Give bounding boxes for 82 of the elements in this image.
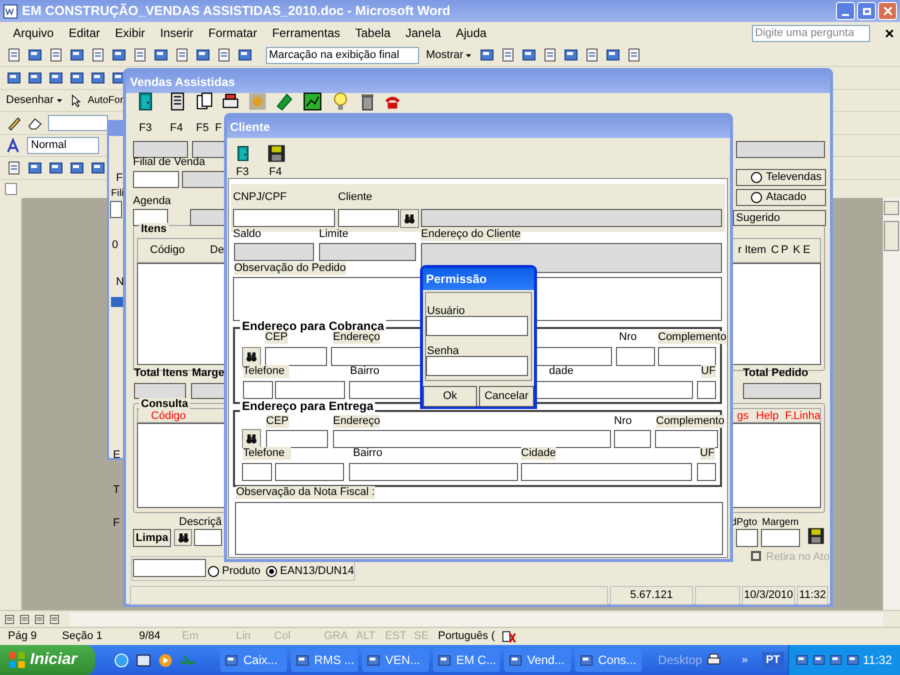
field-label: Cidade xyxy=(521,447,556,460)
field-label: Endereço xyxy=(333,331,380,344)
status-text: GRA xyxy=(323,629,348,644)
status-text: Lin xyxy=(235,629,252,644)
column-header: K xyxy=(793,244,800,257)
group-title: Endereço para Cobrança xyxy=(240,320,386,333)
column-header: E xyxy=(803,244,810,257)
label: 0 xyxy=(112,238,118,253)
key-label: F3 xyxy=(139,121,152,136)
key-label: F4 xyxy=(170,121,183,136)
column-header: gs xyxy=(737,410,749,423)
field-label: Telefone xyxy=(243,447,291,460)
window-title: Cliente xyxy=(230,119,270,136)
label: N xyxy=(116,275,124,290)
key-label: F4 xyxy=(269,165,282,180)
status-text: Seção 1 xyxy=(61,629,104,644)
field-label: Observação da Nota Fiscal : xyxy=(236,486,375,499)
status-text: 5.67.121 xyxy=(610,586,693,605)
clock: 11:32 xyxy=(862,652,892,669)
label: Fili xyxy=(111,187,124,201)
field-label: Descriçã xyxy=(179,516,222,529)
label: T xyxy=(113,483,120,498)
status-text: Col xyxy=(273,629,292,644)
field-label: Marge xyxy=(192,367,224,380)
status-text: 9/84 xyxy=(138,629,162,644)
field-label: Bairro xyxy=(350,365,380,378)
key-label: F5 xyxy=(196,121,209,136)
field-label: CEP xyxy=(266,415,289,428)
field-label: UF xyxy=(700,447,715,460)
field-label: Telefone xyxy=(243,365,289,378)
radio-label: Produto xyxy=(222,565,261,577)
field-label: Agenda xyxy=(133,195,171,208)
field-label: Margem xyxy=(762,516,799,529)
key-label: F3 xyxy=(236,165,249,180)
column-header: Help xyxy=(756,410,779,423)
field-label: Endereço do Cliente xyxy=(421,228,521,241)
group-title: Endereço para Entrega xyxy=(240,400,376,413)
dialog-title: Permissão xyxy=(426,271,487,288)
field-label: dade xyxy=(549,365,574,378)
field-label: Total Pedido xyxy=(743,367,808,380)
field-label: Filial de Venda xyxy=(133,156,206,169)
status-text: 11:32 xyxy=(797,586,828,605)
field-label: UF xyxy=(701,365,716,378)
field-label: Observação do Pedido xyxy=(234,262,346,275)
column-header: De xyxy=(210,244,224,257)
field-label: Endereço xyxy=(333,415,380,428)
label: F xyxy=(113,516,120,531)
column-header: Código xyxy=(150,244,185,257)
field-label: Cliente xyxy=(338,191,372,204)
status-text: Pág 9 xyxy=(7,629,38,644)
field-label: Senha xyxy=(427,344,459,359)
status-text: ALT xyxy=(355,629,376,644)
label: F xyxy=(116,171,123,186)
column-header: Código xyxy=(151,410,186,423)
field-label: CEP xyxy=(265,331,288,344)
field-label: Complemento xyxy=(658,331,726,344)
checkbox-label: Retira no Ato xyxy=(766,550,830,565)
status-text: Português ( xyxy=(437,629,496,644)
group-title: Consulta xyxy=(139,398,190,411)
column-header: P xyxy=(781,244,788,257)
status-text: SE xyxy=(413,629,430,644)
desktop-toolbar-label: Desktop xyxy=(658,652,702,669)
window-title: Vendas Assistidas xyxy=(130,74,235,91)
window-title: EM CONSTRUÇÃO_VENDAS ASSISTIDAS_2010.doc - Microsoft Word xyxy=(22,2,450,20)
column-header: C xyxy=(771,244,779,257)
key-label: F xyxy=(215,121,222,136)
field-label: Bairro xyxy=(353,447,382,460)
field-label: Limite xyxy=(319,228,348,241)
status-text: EST xyxy=(384,629,406,644)
field-label: Nro xyxy=(619,331,637,344)
status-text: 10/3/2010 xyxy=(742,586,795,605)
field-label: Usuário xyxy=(427,304,465,319)
field-label: Saldo xyxy=(233,228,262,241)
field-label: CNPJ/CPF xyxy=(233,191,287,204)
field-label: Nro xyxy=(614,415,632,428)
column-header: r Item xyxy=(738,244,766,257)
field-label: Total Itens xyxy=(134,367,188,380)
column-header: F.Linha xyxy=(785,410,820,423)
label: E xyxy=(113,448,120,463)
status-text: Em xyxy=(181,629,200,644)
field-label: Complemento xyxy=(656,415,724,428)
radio-label: EAN13/DUN14 xyxy=(280,565,354,577)
